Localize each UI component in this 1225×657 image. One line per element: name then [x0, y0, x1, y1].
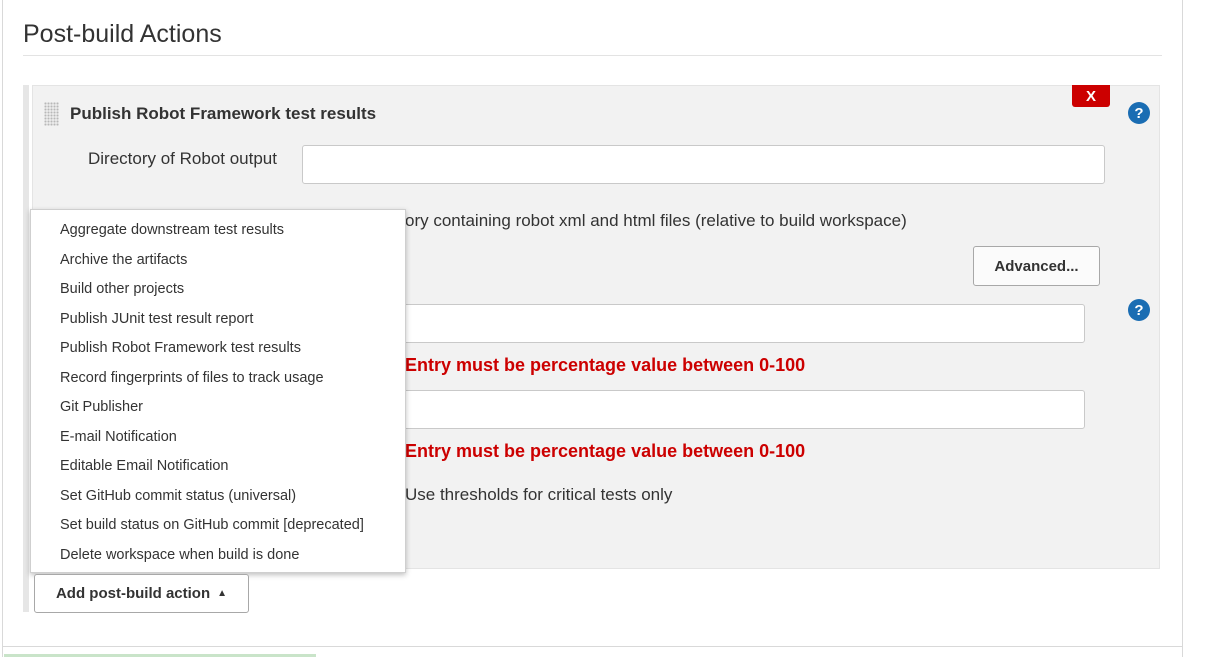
menu-item-email-notification[interactable]: E-mail Notification — [60, 429, 177, 445]
menu-item-git-publisher[interactable]: Git Publisher — [60, 399, 143, 415]
directory-label: Directory of Robot output — [88, 149, 277, 168]
panel-title: Publish Robot Framework test results — [70, 104, 377, 123]
menu-item-github-status-deprecated[interactable]: Set build status on GitHub commit [depre… — [60, 517, 364, 533]
section-title: Post-build Actions — [23, 20, 222, 48]
menu-item-aggregate-downstream[interactable]: Aggregate downstream test results — [60, 222, 284, 238]
caret-up-icon: ▲ — [217, 588, 228, 599]
page-bottom-border — [2, 646, 1183, 647]
menu-item-record-fingerprints[interactable]: Record fingerprints of files to track us… — [60, 370, 324, 386]
section-left-bar — [23, 85, 29, 612]
menu-item-github-status-universal[interactable]: Set GitHub commit status (universal) — [60, 488, 296, 504]
help-icon[interactable]: ? — [1128, 102, 1150, 124]
threshold-help-icon[interactable]: ? — [1128, 299, 1150, 321]
threshold-error-2: Entry must be percentage value between 0… — [405, 441, 806, 461]
menu-item-editable-email[interactable]: Editable Email Notification — [60, 458, 228, 474]
add-post-build-action-label: Add post-build action — [55, 585, 211, 602]
section-divider — [23, 55, 1162, 56]
directory-input[interactable] — [302, 145, 1105, 184]
threshold-pass-input[interactable] — [395, 390, 1085, 429]
menu-item-publish-robot[interactable]: Publish Robot Framework test results — [60, 340, 301, 356]
delete-step-button[interactable]: X — [1072, 85, 1110, 107]
post-build-action-menu: Aggregate downstream test results Archiv… — [30, 209, 406, 573]
menu-item-publish-junit[interactable]: Publish JUnit test result report — [60, 311, 253, 327]
page-right-border — [1182, 0, 1183, 657]
menu-item-build-other-projects[interactable]: Build other projects — [60, 281, 184, 297]
threshold-error-1: Entry must be percentage value between 0… — [405, 355, 806, 375]
page-left-border — [2, 0, 3, 657]
critical-thresholds-label[interactable]: Use thresholds for critical tests only — [405, 485, 672, 505]
directory-hint: ory containing robot xml and html files … — [405, 211, 907, 230]
menu-item-delete-workspace[interactable]: Delete workspace when build is done — [60, 547, 299, 563]
advanced-button[interactable]: Advanced... — [973, 246, 1100, 286]
threshold-unstable-input[interactable] — [395, 304, 1085, 343]
add-post-build-action-button[interactable]: Add post-build action ▲ — [34, 574, 249, 613]
drag-handle-icon[interactable] — [44, 102, 59, 126]
menu-item-archive-artifacts[interactable]: Archive the artifacts — [60, 252, 187, 268]
